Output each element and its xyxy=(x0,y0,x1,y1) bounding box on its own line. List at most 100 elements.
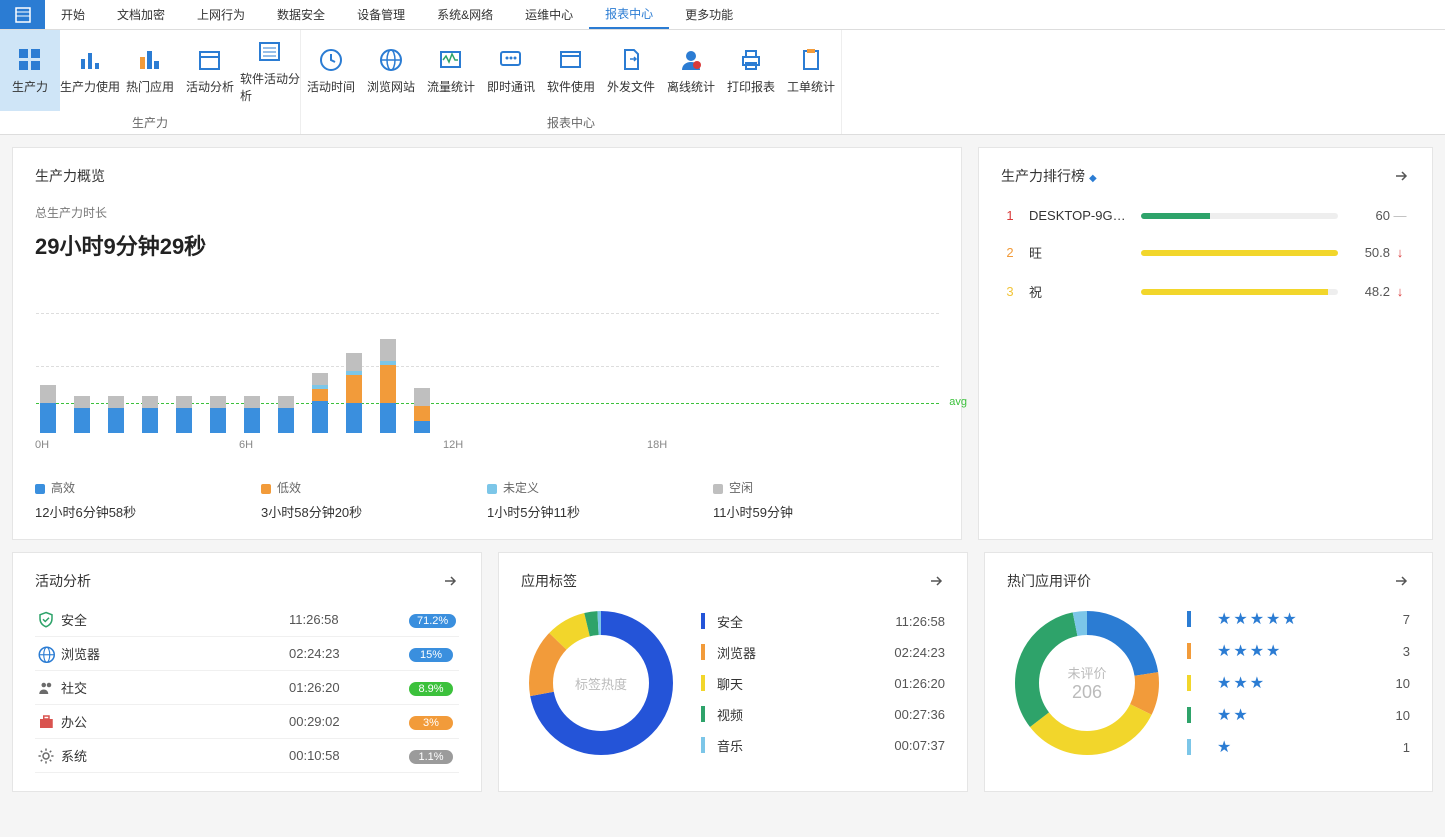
activity-title: 活动分析 xyxy=(35,571,91,591)
stars-2: ★★ xyxy=(1203,705,1380,725)
bar-8 xyxy=(312,373,328,433)
calendar-icon xyxy=(196,46,224,74)
activity-row-浏览器[interactable]: 浏览器02:24:2315% xyxy=(35,637,459,671)
activity-row-安全[interactable]: 安全11:26:5871.2% xyxy=(35,603,459,637)
stars-1: ★ xyxy=(1203,737,1380,757)
activity-arrow[interactable] xyxy=(441,572,459,590)
stars-5: ★★★★★ xyxy=(1203,609,1380,629)
tags-donut: 标签热度 xyxy=(521,603,681,763)
ribbon-活动时间[interactable]: 活动时间 xyxy=(301,30,361,111)
bar-11 xyxy=(414,388,430,433)
tags-donut-center: 标签热度 xyxy=(521,603,681,763)
tags-arrow[interactable] xyxy=(927,572,945,590)
sort-icon[interactable]: ◆ xyxy=(1089,173,1097,184)
column-chart-icon xyxy=(136,46,164,74)
ribbon: 生产力生产力使用热门应用活动分析软件活动分析生产力活动时间浏览网站流量统计即时通… xyxy=(0,30,1445,135)
gear-icon xyxy=(35,747,57,765)
activity-row-系统[interactable]: 系统00:10:581.1% xyxy=(35,739,459,773)
menu-数据安全[interactable]: 数据安全 xyxy=(261,0,341,29)
rating-row-1[interactable]: ★1 xyxy=(1187,731,1410,763)
ribbon-生产力[interactable]: 生产力 xyxy=(0,30,60,111)
bar-7 xyxy=(278,396,294,433)
ribbon-流量统计[interactable]: 流量统计 xyxy=(421,30,481,111)
menu-报表中心[interactable]: 报表中心 xyxy=(589,0,669,29)
bar-4 xyxy=(176,396,192,433)
ribbon-浏览网站[interactable]: 浏览网站 xyxy=(361,30,421,111)
app-rating-panel: 热门应用评价 未评价 206 ★★★★★7★★★★3★★★10★★10★1 xyxy=(984,552,1433,792)
menu-系统&网络[interactable]: 系统&网络 xyxy=(421,0,509,29)
ranking-title: 生产力排行榜◆ xyxy=(1001,166,1097,186)
rank-row-3[interactable]: 3祝48.2↓ xyxy=(1001,272,1410,311)
ribbon-活动分析[interactable]: 活动分析 xyxy=(180,30,240,111)
tag-row-安全[interactable]: 安全11:26:58 xyxy=(701,606,945,637)
ribbon-生产力使用[interactable]: 生产力使用 xyxy=(60,30,120,111)
bar-0 xyxy=(40,385,56,433)
ribbon-即时通讯[interactable]: 即时通讯 xyxy=(481,30,541,111)
clipboard-icon xyxy=(797,46,825,74)
rank-row-2[interactable]: 2旺50.8↓ xyxy=(1001,233,1410,272)
menu-开始[interactable]: 开始 xyxy=(45,0,101,29)
rank-row-1[interactable]: 1DESKTOP-9G8...60— xyxy=(1001,198,1410,233)
menu-设备管理[interactable]: 设备管理 xyxy=(341,0,421,29)
pulse-icon xyxy=(437,46,465,74)
productivity-ranking-panel: 生产力排行榜◆ 1DESKTOP-9G8...60—2旺50.8↓3祝48.2↓ xyxy=(978,147,1433,540)
bar-chart-icon xyxy=(76,46,104,74)
ribbon-离线统计[interactable]: 离线统计 xyxy=(661,30,721,111)
rating-row-3[interactable]: ★★★10 xyxy=(1187,667,1410,699)
menubar: 开始文档加密上网行为数据安全设备管理系统&网络运维中心报表中心更多功能 xyxy=(0,0,1445,30)
avg-label: avg xyxy=(949,396,967,408)
bar-2 xyxy=(108,396,124,433)
ribbon-工单统计[interactable]: 工单统计 xyxy=(781,30,841,111)
legend-高效: 高效12小时6分钟58秒 xyxy=(35,479,261,521)
stars-3: ★★★ xyxy=(1203,673,1380,693)
tag-row-视频[interactable]: 视频00:27:36 xyxy=(701,699,945,730)
grid-icon xyxy=(16,46,44,74)
activity-row-社交[interactable]: 社交01:26:208.9% xyxy=(35,671,459,705)
rating-donut: 未评价 206 xyxy=(1007,603,1167,763)
x-axis: 0H6H12H18H xyxy=(35,439,939,451)
menu-上网行为[interactable]: 上网行为 xyxy=(181,0,261,29)
tag-row-聊天[interactable]: 聊天01:26:20 xyxy=(701,668,945,699)
activity-row-办公[interactable]: 办公00:29:023% xyxy=(35,705,459,739)
arrow-right-icon xyxy=(928,573,944,589)
ribbon-外发文件[interactable]: 外发文件 xyxy=(601,30,661,111)
overview-total: 29小时9分钟29秒 xyxy=(35,229,939,261)
logo-icon xyxy=(14,6,32,24)
trend-icon: ↓ xyxy=(1390,245,1410,260)
tag-row-浏览器[interactable]: 浏览器02:24:23 xyxy=(701,637,945,668)
app-logo[interactable] xyxy=(0,0,45,29)
productivity-overview-panel: 生产力概览 总生产力时长 29小时9分钟29秒 avg 0H6H12H18H 高… xyxy=(12,147,962,540)
app-tags-panel: 应用标签 标签热度 安全11:26:58浏览器02:24:23聊天01:26:2… xyxy=(498,552,968,792)
file-out-icon xyxy=(617,46,645,74)
menu-更多功能[interactable]: 更多功能 xyxy=(669,0,749,29)
legend-空闲: 空闲11小时59分钟 xyxy=(713,479,939,521)
globe-icon xyxy=(35,645,57,663)
arrow-right-icon xyxy=(1393,573,1409,589)
rating-row-5[interactable]: ★★★★★7 xyxy=(1187,603,1410,635)
menu-运维中心[interactable]: 运维中心 xyxy=(509,0,589,29)
menu-文档加密[interactable]: 文档加密 xyxy=(101,0,181,29)
bar-9 xyxy=(346,353,362,433)
rating-row-2[interactable]: ★★10 xyxy=(1187,699,1410,731)
bar-5 xyxy=(210,396,226,433)
ribbon-软件使用[interactable]: 软件使用 xyxy=(541,30,601,111)
productivity-bar-chart: avg xyxy=(35,283,939,433)
legend-低效: 低效3小时58分钟20秒 xyxy=(261,479,487,521)
legend-未定义: 未定义1小时5分钟11秒 xyxy=(487,479,713,521)
tag-row-音乐[interactable]: 音乐00:07:37 xyxy=(701,730,945,761)
window-icon xyxy=(557,46,585,74)
overview-title: 生产力概览 xyxy=(35,166,105,186)
arrow-right-icon xyxy=(1393,168,1409,184)
shield-icon xyxy=(35,611,57,629)
ranking-arrow[interactable] xyxy=(1392,167,1410,185)
rating-arrow[interactable] xyxy=(1392,572,1410,590)
globe-icon xyxy=(377,46,405,74)
ribbon-热门应用[interactable]: 热门应用 xyxy=(120,30,180,111)
rating-row-4[interactable]: ★★★★3 xyxy=(1187,635,1410,667)
ribbon-软件活动分析[interactable]: 软件活动分析 xyxy=(240,30,300,111)
bar-10 xyxy=(380,339,396,433)
ribbon-打印报表[interactable]: 打印报表 xyxy=(721,30,781,111)
clock-icon xyxy=(317,46,345,74)
chat-icon xyxy=(497,46,525,74)
rating-donut-center: 未评价 206 xyxy=(1007,603,1167,763)
